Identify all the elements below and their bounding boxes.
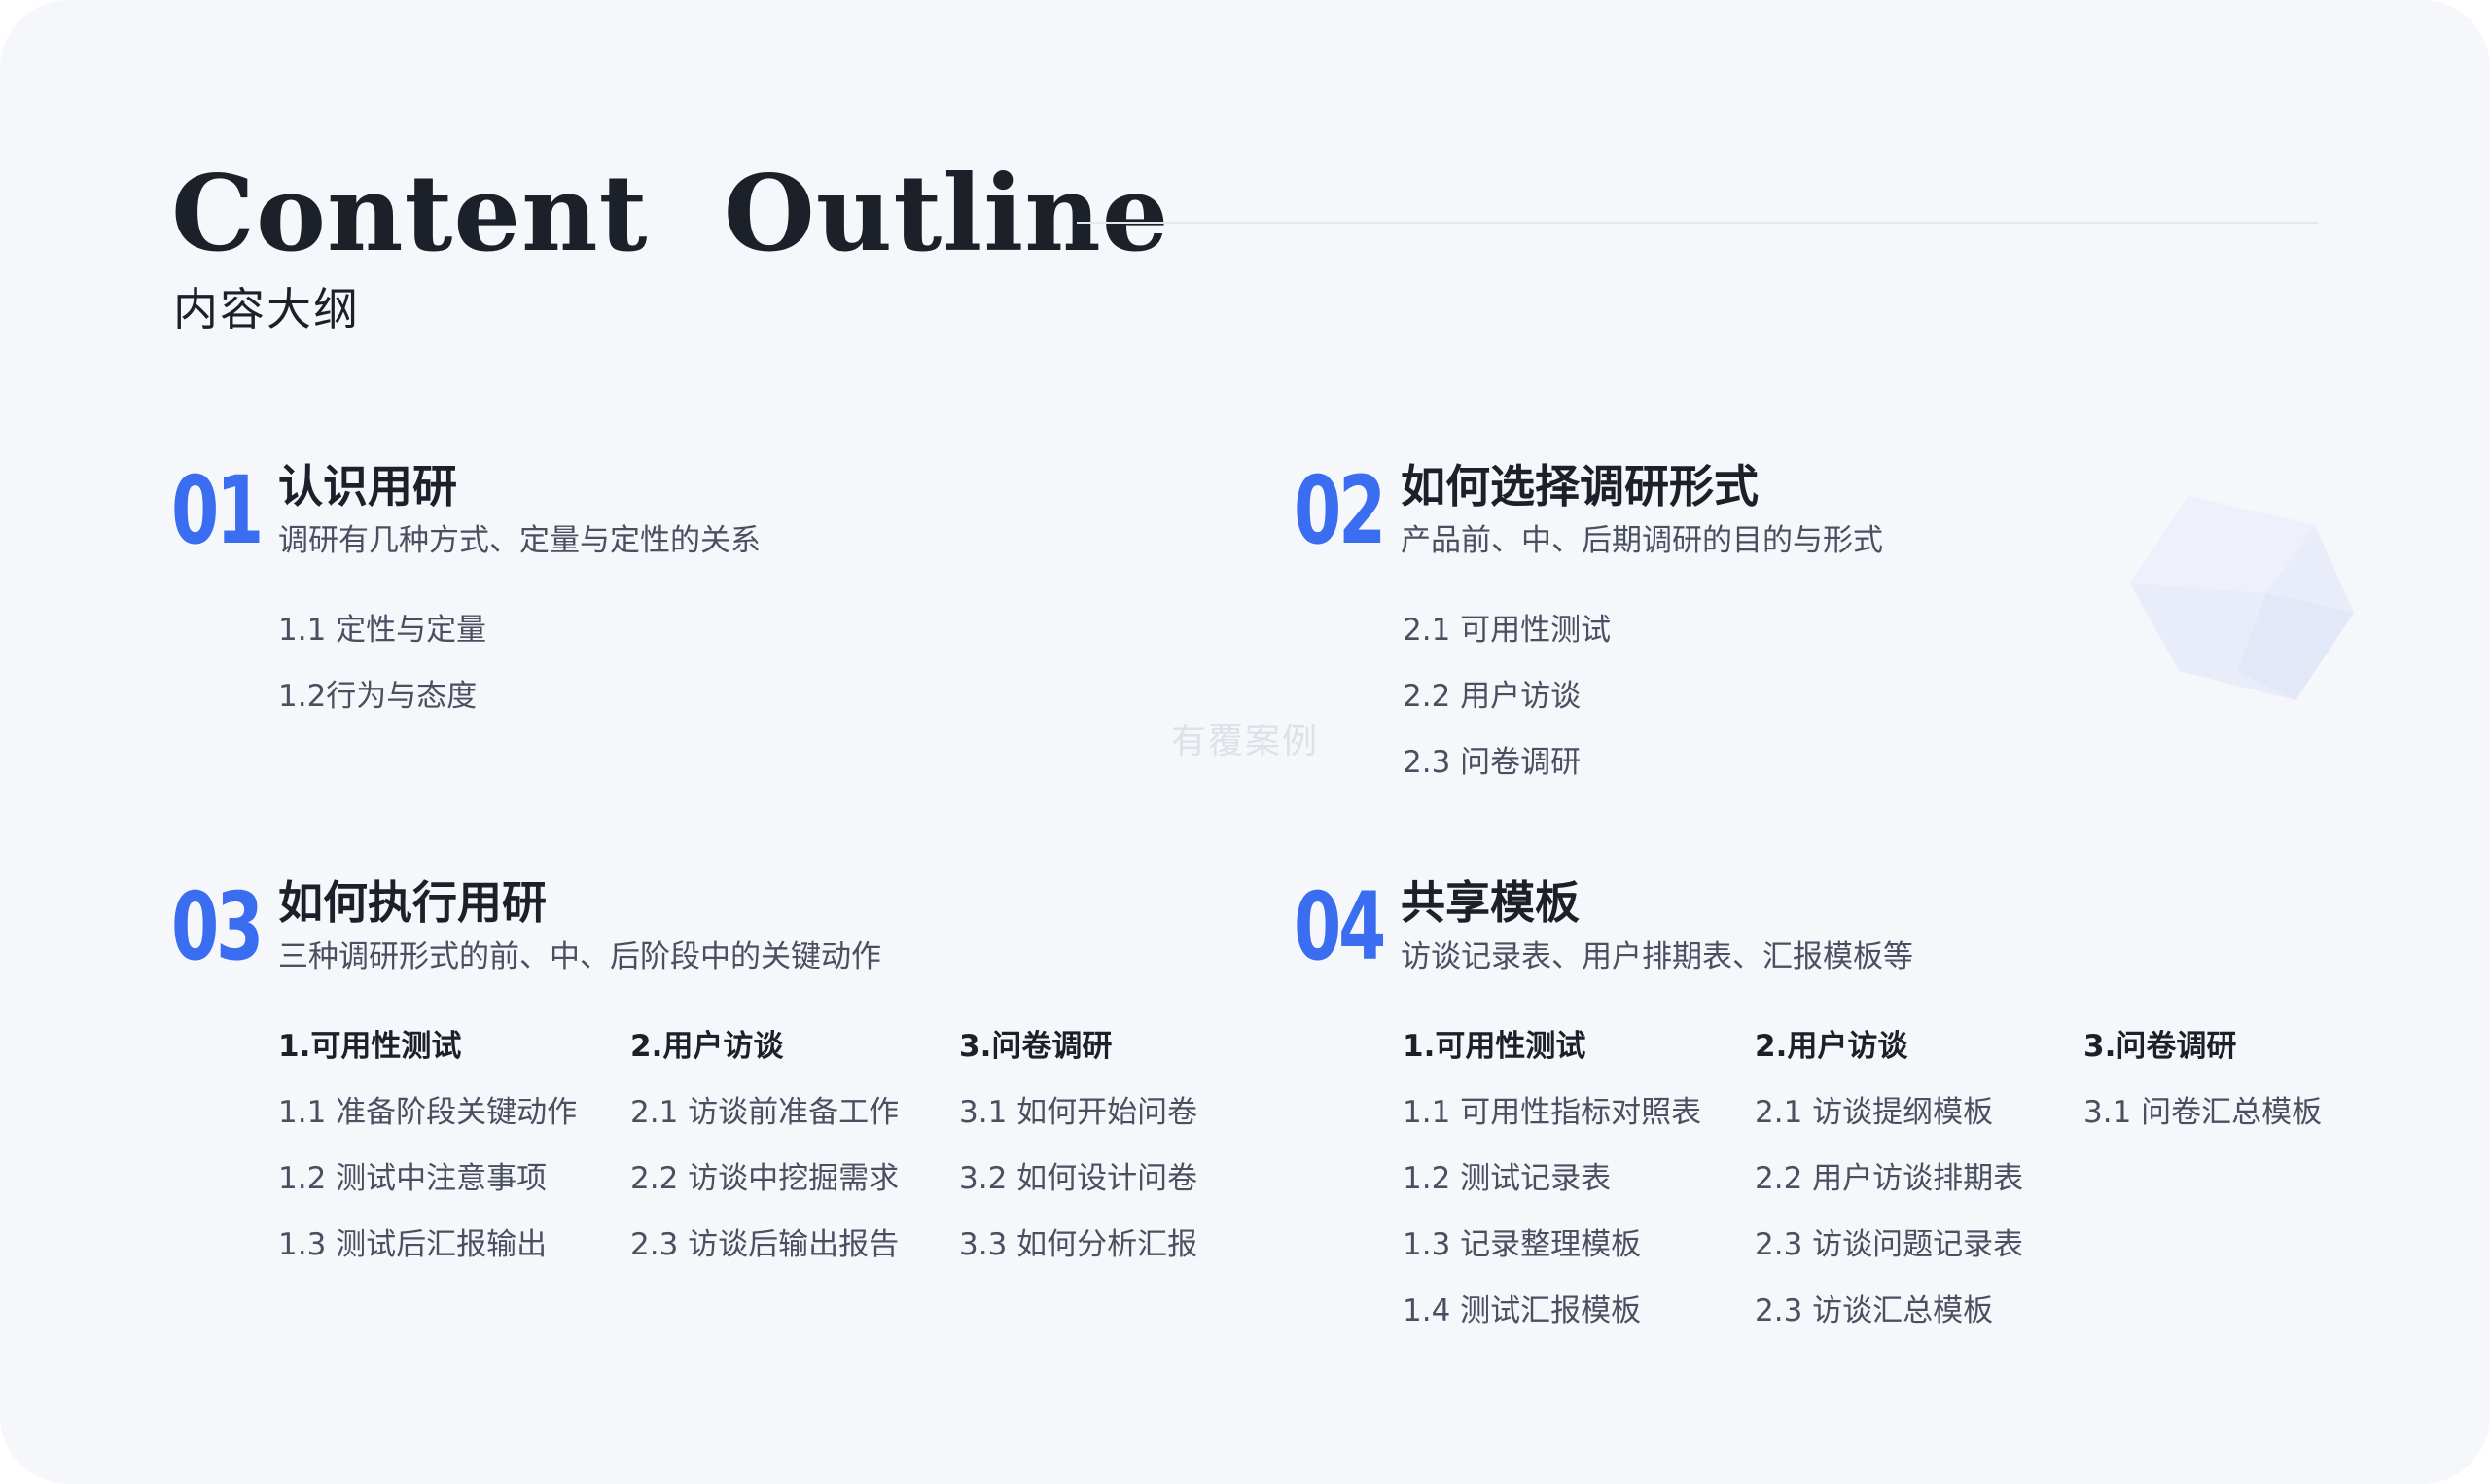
outline-item: 2.1 访谈提纲模板 bbox=[1755, 1095, 1994, 1130]
outline-item: 1.1 可用性指标对照表 bbox=[1403, 1095, 1702, 1130]
column-heading: 2.用户访谈 bbox=[1755, 1029, 1908, 1064]
section-title: 共享模板 bbox=[1401, 876, 1580, 929]
outline-item: 2.1 访谈前准备工作 bbox=[630, 1095, 900, 1130]
outline-item: 3.1 问卷汇总模板 bbox=[2083, 1095, 2323, 1130]
outline-item: 3.3 如何分析汇报 bbox=[959, 1227, 1198, 1262]
section-title: 如何执行用研 bbox=[278, 876, 547, 929]
section-title: 认识用研 bbox=[278, 460, 457, 512]
column-heading: 1.可用性测试 bbox=[1403, 1029, 1586, 1064]
outline-item: 1.2 测试中注意事项 bbox=[278, 1161, 548, 1196]
watermark: 有覆案例 bbox=[1170, 722, 1319, 761]
column-heading: 1.可用性测试 bbox=[278, 1029, 462, 1064]
outline-item: 1.3 测试后汇报输出 bbox=[278, 1227, 548, 1262]
page-title: Content Outline bbox=[171, 153, 1170, 275]
outline-item: 1.1 准备阶段关键动作 bbox=[278, 1095, 578, 1130]
outline-item: 2.2 访谈中挖掘需求 bbox=[630, 1161, 900, 1196]
outline-item: 1.3 记录整理模板 bbox=[1403, 1227, 1642, 1262]
section-number: 02 bbox=[1294, 456, 1386, 565]
outline-item: 2.2 用户访谈排期表 bbox=[1755, 1161, 2024, 1196]
column-heading: 2.用户访谈 bbox=[630, 1029, 784, 1064]
section-subtitle: 三种调研形式的前、中、后阶段中的关键动作 bbox=[278, 939, 881, 974]
outline-item: 2.3 访谈汇总模板 bbox=[1755, 1293, 1994, 1328]
outline-item: 3.2 如何设计问卷 bbox=[959, 1161, 1198, 1196]
page-subtitle: 内容大纲 bbox=[173, 283, 360, 336]
outline-item: 1.2行为与态度 bbox=[278, 679, 478, 714]
outline-item: 2.3 访谈问题记录表 bbox=[1755, 1227, 2024, 1262]
outline-item: 2.2 用户访谈 bbox=[1403, 679, 1582, 714]
section-number: 01 bbox=[171, 456, 264, 565]
outline-slide: Content Outline 内容大纲 有覆案例 01 认识用研 调研有几种方… bbox=[0, 0, 2490, 1484]
outline-item: 1.1 定性与定量 bbox=[278, 613, 487, 648]
outline-item: 1.2 测试记录表 bbox=[1403, 1161, 1612, 1196]
section-number: 03 bbox=[171, 872, 264, 981]
outline-item: 3.1 如何开始问卷 bbox=[959, 1095, 1198, 1130]
outline-item: 2.3 访谈后输出报告 bbox=[630, 1227, 900, 1262]
header-divider bbox=[1077, 222, 2318, 224]
cube-icon bbox=[2130, 496, 2354, 700]
column-heading: 3.问卷调研 bbox=[2083, 1029, 2237, 1064]
section-title: 如何选择调研形式 bbox=[1401, 460, 1759, 512]
section-subtitle: 访谈记录表、用户排期表、汇报模板等 bbox=[1401, 939, 1913, 974]
outline-item: 2.3 问卷调研 bbox=[1403, 745, 1582, 780]
section-subtitle: 产品前、中、后期调研的目的与形式 bbox=[1401, 523, 1883, 558]
column-heading: 3.问卷调研 bbox=[959, 1029, 1113, 1064]
outline-item: 2.1 可用性测试 bbox=[1403, 613, 1612, 648]
section-number: 04 bbox=[1294, 872, 1386, 981]
outline-item: 1.4 测试汇报模板 bbox=[1403, 1293, 1642, 1328]
section-subtitle: 调研有几种方式、定量与定性的关系 bbox=[278, 523, 761, 558]
